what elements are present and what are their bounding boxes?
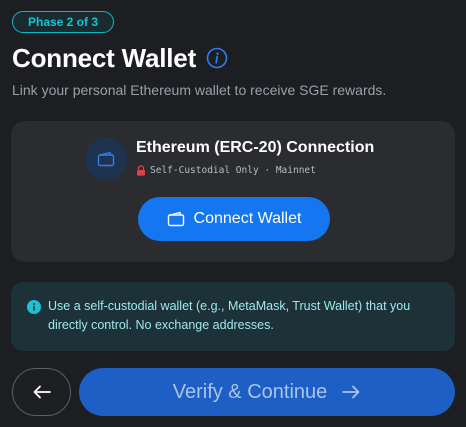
- info-circle-icon: [27, 300, 41, 314]
- lock-icon: [136, 165, 146, 176]
- title-row: Connect Wallet: [12, 40, 228, 76]
- wallet-connection-card: Ethereum (ERC-20) Connection Self-Custod…: [11, 121, 455, 262]
- self-custody-notice: Use a self-custodial wallet (e.g., MetaM…: [11, 282, 455, 351]
- wallet-icon: [97, 151, 115, 167]
- back-button[interactable]: [12, 368, 71, 416]
- verify-continue-button[interactable]: Verify & Continue: [79, 368, 455, 416]
- page-subtitle: Link your personal Ethereum wallet to re…: [12, 82, 387, 98]
- arrow-left-icon: [32, 385, 52, 399]
- connect-wallet-label: Connect Wallet: [193, 210, 302, 227]
- notice-text: Use a self-custodial wallet (e.g., MetaM…: [48, 299, 411, 332]
- wallet-icon-badge: [85, 138, 127, 180]
- info-circle-icon[interactable]: [206, 47, 228, 69]
- wallet-icon: [167, 211, 185, 227]
- phase-badge: Phase 2 of 3: [12, 11, 114, 33]
- connect-wallet-button[interactable]: Connect Wallet: [138, 197, 330, 241]
- connection-title: Ethereum (ERC-20) Connection: [136, 139, 375, 156]
- page-title: Connect Wallet: [12, 42, 197, 73]
- arrow-right-icon: [341, 385, 361, 399]
- verify-continue-label: Verify & Continue: [172, 380, 328, 403]
- connection-meta-text: Self-Custodial Only · Mainnet: [150, 165, 316, 176]
- connection-meta: Self-Custodial Only · Mainnet: [136, 165, 316, 176]
